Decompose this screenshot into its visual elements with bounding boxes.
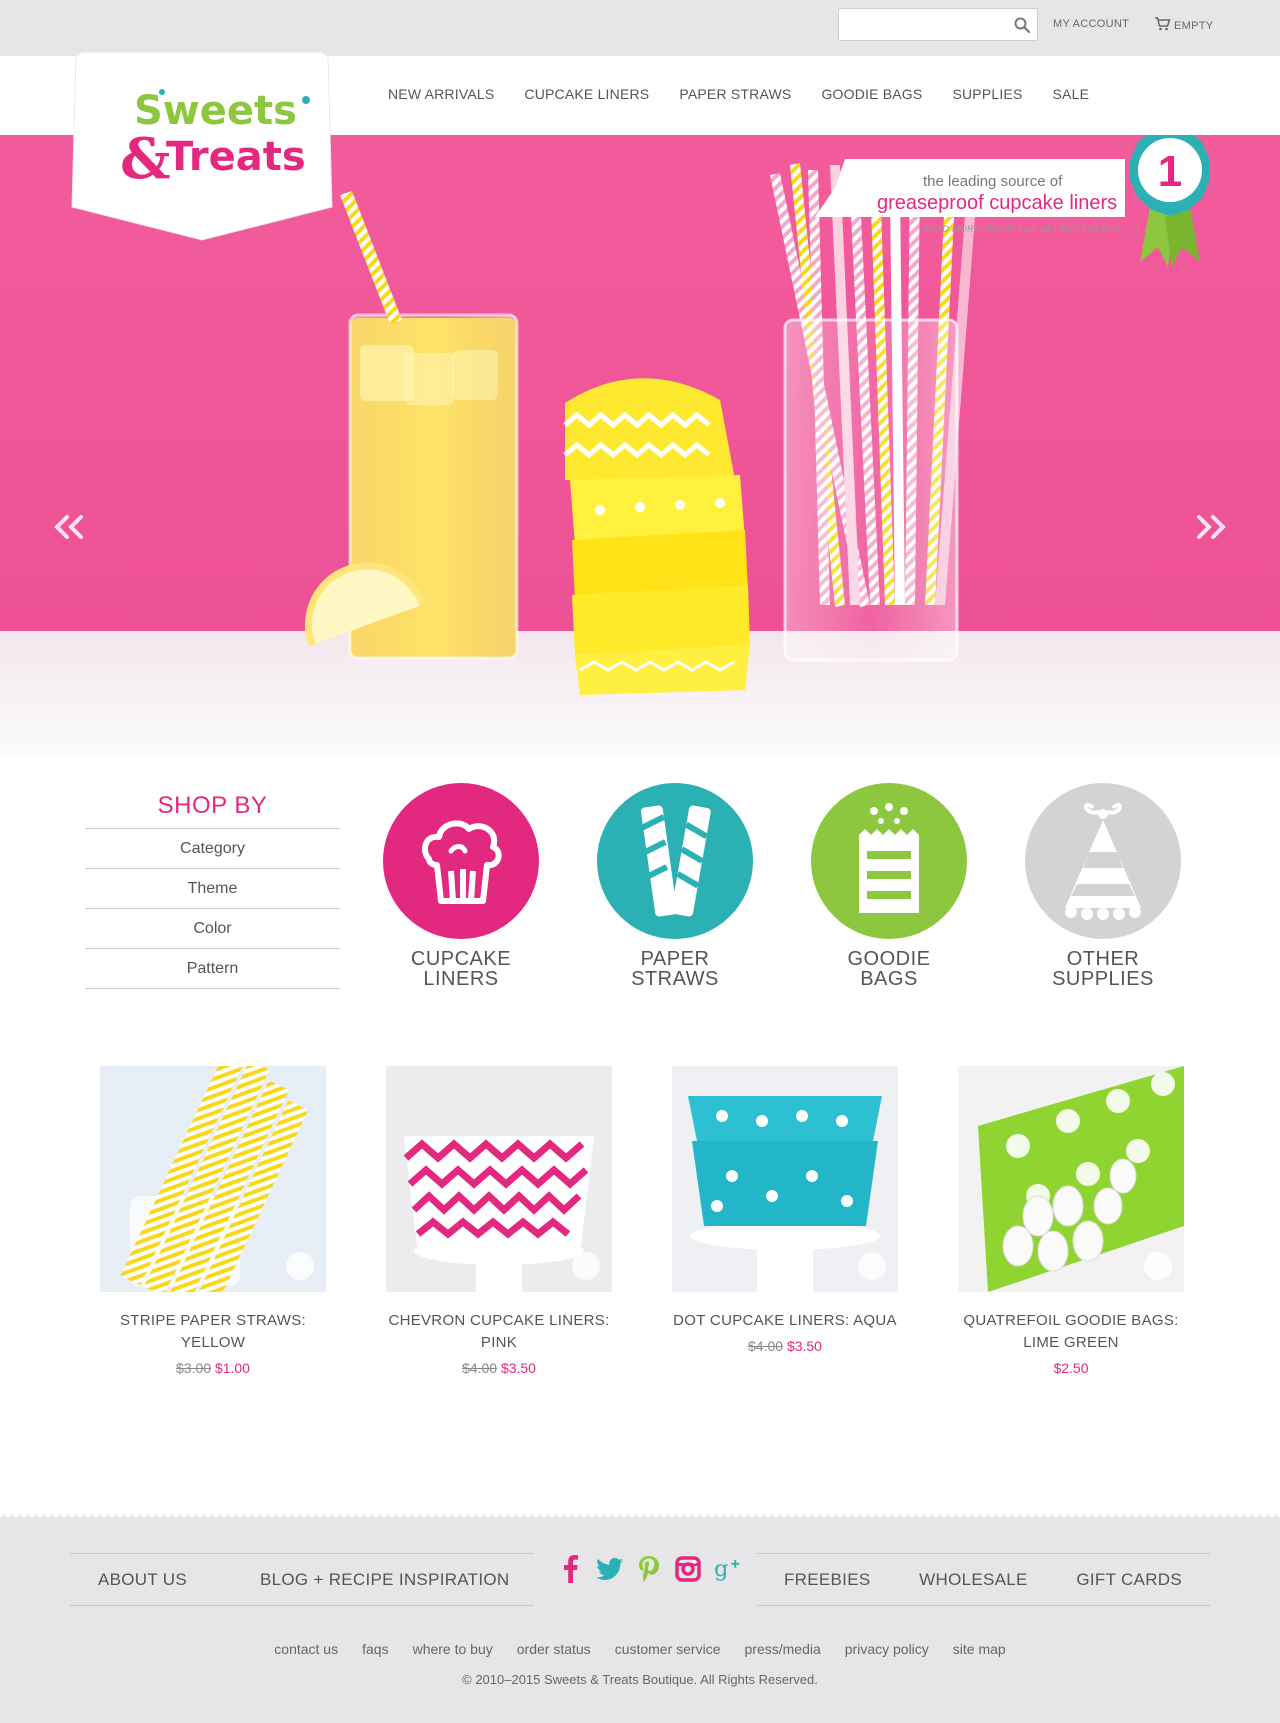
shop-by-title: SHOP BY — [157, 792, 268, 819]
category-cupcake-liners[interactable]: CUPCAKE LINERS — [376, 783, 546, 989]
nav-sale[interactable]: SALE — [1053, 86, 1090, 102]
cart-label: EMPTY — [1174, 19, 1214, 32]
search-box — [838, 8, 1038, 41]
cupcake-icon — [383, 783, 539, 939]
footer-about-us[interactable]: ABOUT US — [98, 1570, 187, 1590]
footer-left-nav: ABOUT US BLOG + RECIPE INSPIRATION — [70, 1553, 534, 1606]
product-name[interactable]: QUATREFOIL GOODIE BAGS: LIME GREEN — [946, 1310, 1196, 1354]
category-paper-straws[interactable]: PAPER STRAWS — [590, 783, 760, 989]
product-image[interactable] — [100, 1066, 326, 1292]
footer-contact-us[interactable]: contact us — [274, 1641, 338, 1657]
shop-by-list: Category Theme Color Pattern — [85, 828, 340, 989]
nav-supplies[interactable]: SUPPLIES — [952, 86, 1022, 102]
read-more-link[interactable]: READ MORE ABOUT THE S&T DIFFERENCE » — [923, 224, 1130, 234]
facebook-icon[interactable] — [558, 1555, 584, 1583]
my-account-link[interactable]: MY ACCOUNT — [1053, 18, 1129, 30]
instagram-icon[interactable] — [675, 1555, 701, 1583]
slider-next-button[interactable] — [1186, 507, 1236, 547]
award-number: 1 — [1158, 147, 1182, 196]
logo-line2: Treats — [166, 134, 306, 180]
slider-prev-button[interactable] — [44, 507, 94, 547]
footer-gift-cards[interactable]: GIFT CARDS — [1076, 1570, 1182, 1590]
nav-goodie-bags[interactable]: GOODIE BAGS — [821, 86, 922, 102]
tagline-big: greaseproof cupcake liners — [877, 192, 1118, 214]
cart-icon — [1154, 17, 1171, 34]
footer-blog[interactable]: BLOG + RECIPE INSPIRATION — [260, 1570, 510, 1590]
product-card[interactable]: CHEVRON CUPCAKE LINERS: PINK $4.00 $3.50 — [374, 1066, 624, 1376]
product-card[interactable]: QUATREFOIL GOODIE BAGS: LIME GREEN $2.50 — [946, 1066, 1196, 1376]
footer-where-to-buy[interactable]: where to buy — [413, 1641, 493, 1657]
product-name[interactable]: DOT CUPCAKE LINERS: AQUA — [660, 1310, 910, 1332]
straws-glass — [770, 163, 975, 662]
award-ribbon-icon: 1 — [1130, 135, 1210, 267]
product-image[interactable] — [386, 1066, 612, 1292]
copyright-text: © 2010–2015 Sweets & Treats Boutique. Al… — [462, 1672, 818, 1687]
shop-by-pattern[interactable]: Pattern — [85, 949, 340, 989]
footer-faqs[interactable]: faqs — [362, 1641, 388, 1657]
category-label: CUPCAKE LINERS — [410, 948, 512, 990]
search-input[interactable] — [839, 9, 1009, 40]
hero-tagline: the leading source of greaseproof cupcak… — [815, 159, 1125, 217]
cart-link[interactable]: EMPTY — [1154, 17, 1213, 34]
main-nav: NEW ARRIVALS CUPCAKE LINERS PAPER STRAWS… — [388, 86, 1119, 102]
product-card[interactable]: DOT CUPCAKE LINERS: AQUA $4.00 $3.50 — [660, 1066, 910, 1354]
category-label: PAPER STRAWS — [631, 948, 719, 990]
site-footer: ABOUT US BLOG + RECIPE INSPIRATION g FRE… — [0, 1517, 1280, 1723]
shop-by-category[interactable]: Category — [85, 829, 340, 869]
logo[interactable]: Sweets & Treats — [70, 52, 334, 242]
logo-amp: & — [120, 126, 171, 192]
shop-by-color[interactable]: Color — [85, 909, 340, 949]
footer-order-status[interactable]: order status — [517, 1641, 591, 1657]
category-label: GOODIE BAGS — [847, 948, 931, 990]
shop-by-panel: SHOP BY Category Theme Color Pattern — [85, 786, 340, 989]
search-icon[interactable] — [1013, 16, 1031, 34]
footer-privacy-policy[interactable]: privacy policy — [845, 1641, 929, 1657]
pinterest-icon[interactable] — [636, 1555, 662, 1583]
double-chevron-right-icon — [1197, 515, 1226, 539]
footer-wholesale[interactable]: WHOLESALE — [919, 1570, 1028, 1590]
product-card[interactable]: STRIPE PAPER STRAWS: YELLOW $3.00 $1.00 — [88, 1066, 338, 1376]
tagline-small: the leading source of — [923, 173, 1063, 190]
nav-cupcake-liners[interactable]: CUPCAKE LINERS — [524, 86, 649, 102]
footer-press-media[interactable]: press/media — [745, 1641, 821, 1657]
social-links: g — [558, 1555, 740, 1583]
category-other-supplies[interactable]: OTHER SUPPLIES — [1018, 783, 1188, 989]
party-hat-icon — [1025, 783, 1181, 939]
category-goodie-bags[interactable]: GOODIE BAGS — [804, 783, 974, 989]
nav-new-arrivals[interactable]: NEW ARRIVALS — [388, 86, 494, 102]
liners-stack — [563, 378, 750, 695]
double-chevron-left-icon — [54, 515, 83, 539]
product-name[interactable]: CHEVRON CUPCAKE LINERS: PINK — [374, 1310, 624, 1354]
award-ribbon: 1 — [1120, 135, 1220, 272]
footer-customer-service[interactable]: customer service — [615, 1641, 721, 1657]
footer-site-map[interactable]: site map — [953, 1641, 1006, 1657]
svg-text:g: g — [714, 1556, 728, 1582]
google-plus-icon[interactable]: g — [714, 1555, 740, 1583]
twitter-icon[interactable] — [597, 1555, 623, 1583]
footer-small-links: contact us faqs where to buy order statu… — [0, 1641, 1280, 1657]
product-price: $4.00 $3.50 — [462, 1360, 536, 1376]
shop-by-theme[interactable]: Theme — [85, 869, 340, 909]
product-price: $4.00 $3.50 — [748, 1338, 822, 1354]
straws-icon — [597, 783, 753, 939]
product-price: $2.50 — [1053, 1360, 1089, 1376]
goodie-bag-icon — [811, 783, 967, 939]
product-image[interactable] — [672, 1066, 898, 1292]
footer-freebies[interactable]: FREEBIES — [784, 1570, 870, 1590]
logo-badge-shape: Sweets & Treats — [71, 52, 333, 241]
product-price: $3.00 $1.00 — [176, 1360, 250, 1376]
product-image[interactable] — [958, 1066, 1184, 1292]
nav-paper-straws[interactable]: PAPER STRAWS — [679, 86, 791, 102]
category-label: OTHER SUPPLIES — [1052, 948, 1154, 990]
footer-right-nav: FREEBIES WHOLESALE GIFT CARDS — [757, 1553, 1210, 1606]
product-name[interactable]: STRIPE PAPER STRAWS: YELLOW — [88, 1310, 338, 1354]
